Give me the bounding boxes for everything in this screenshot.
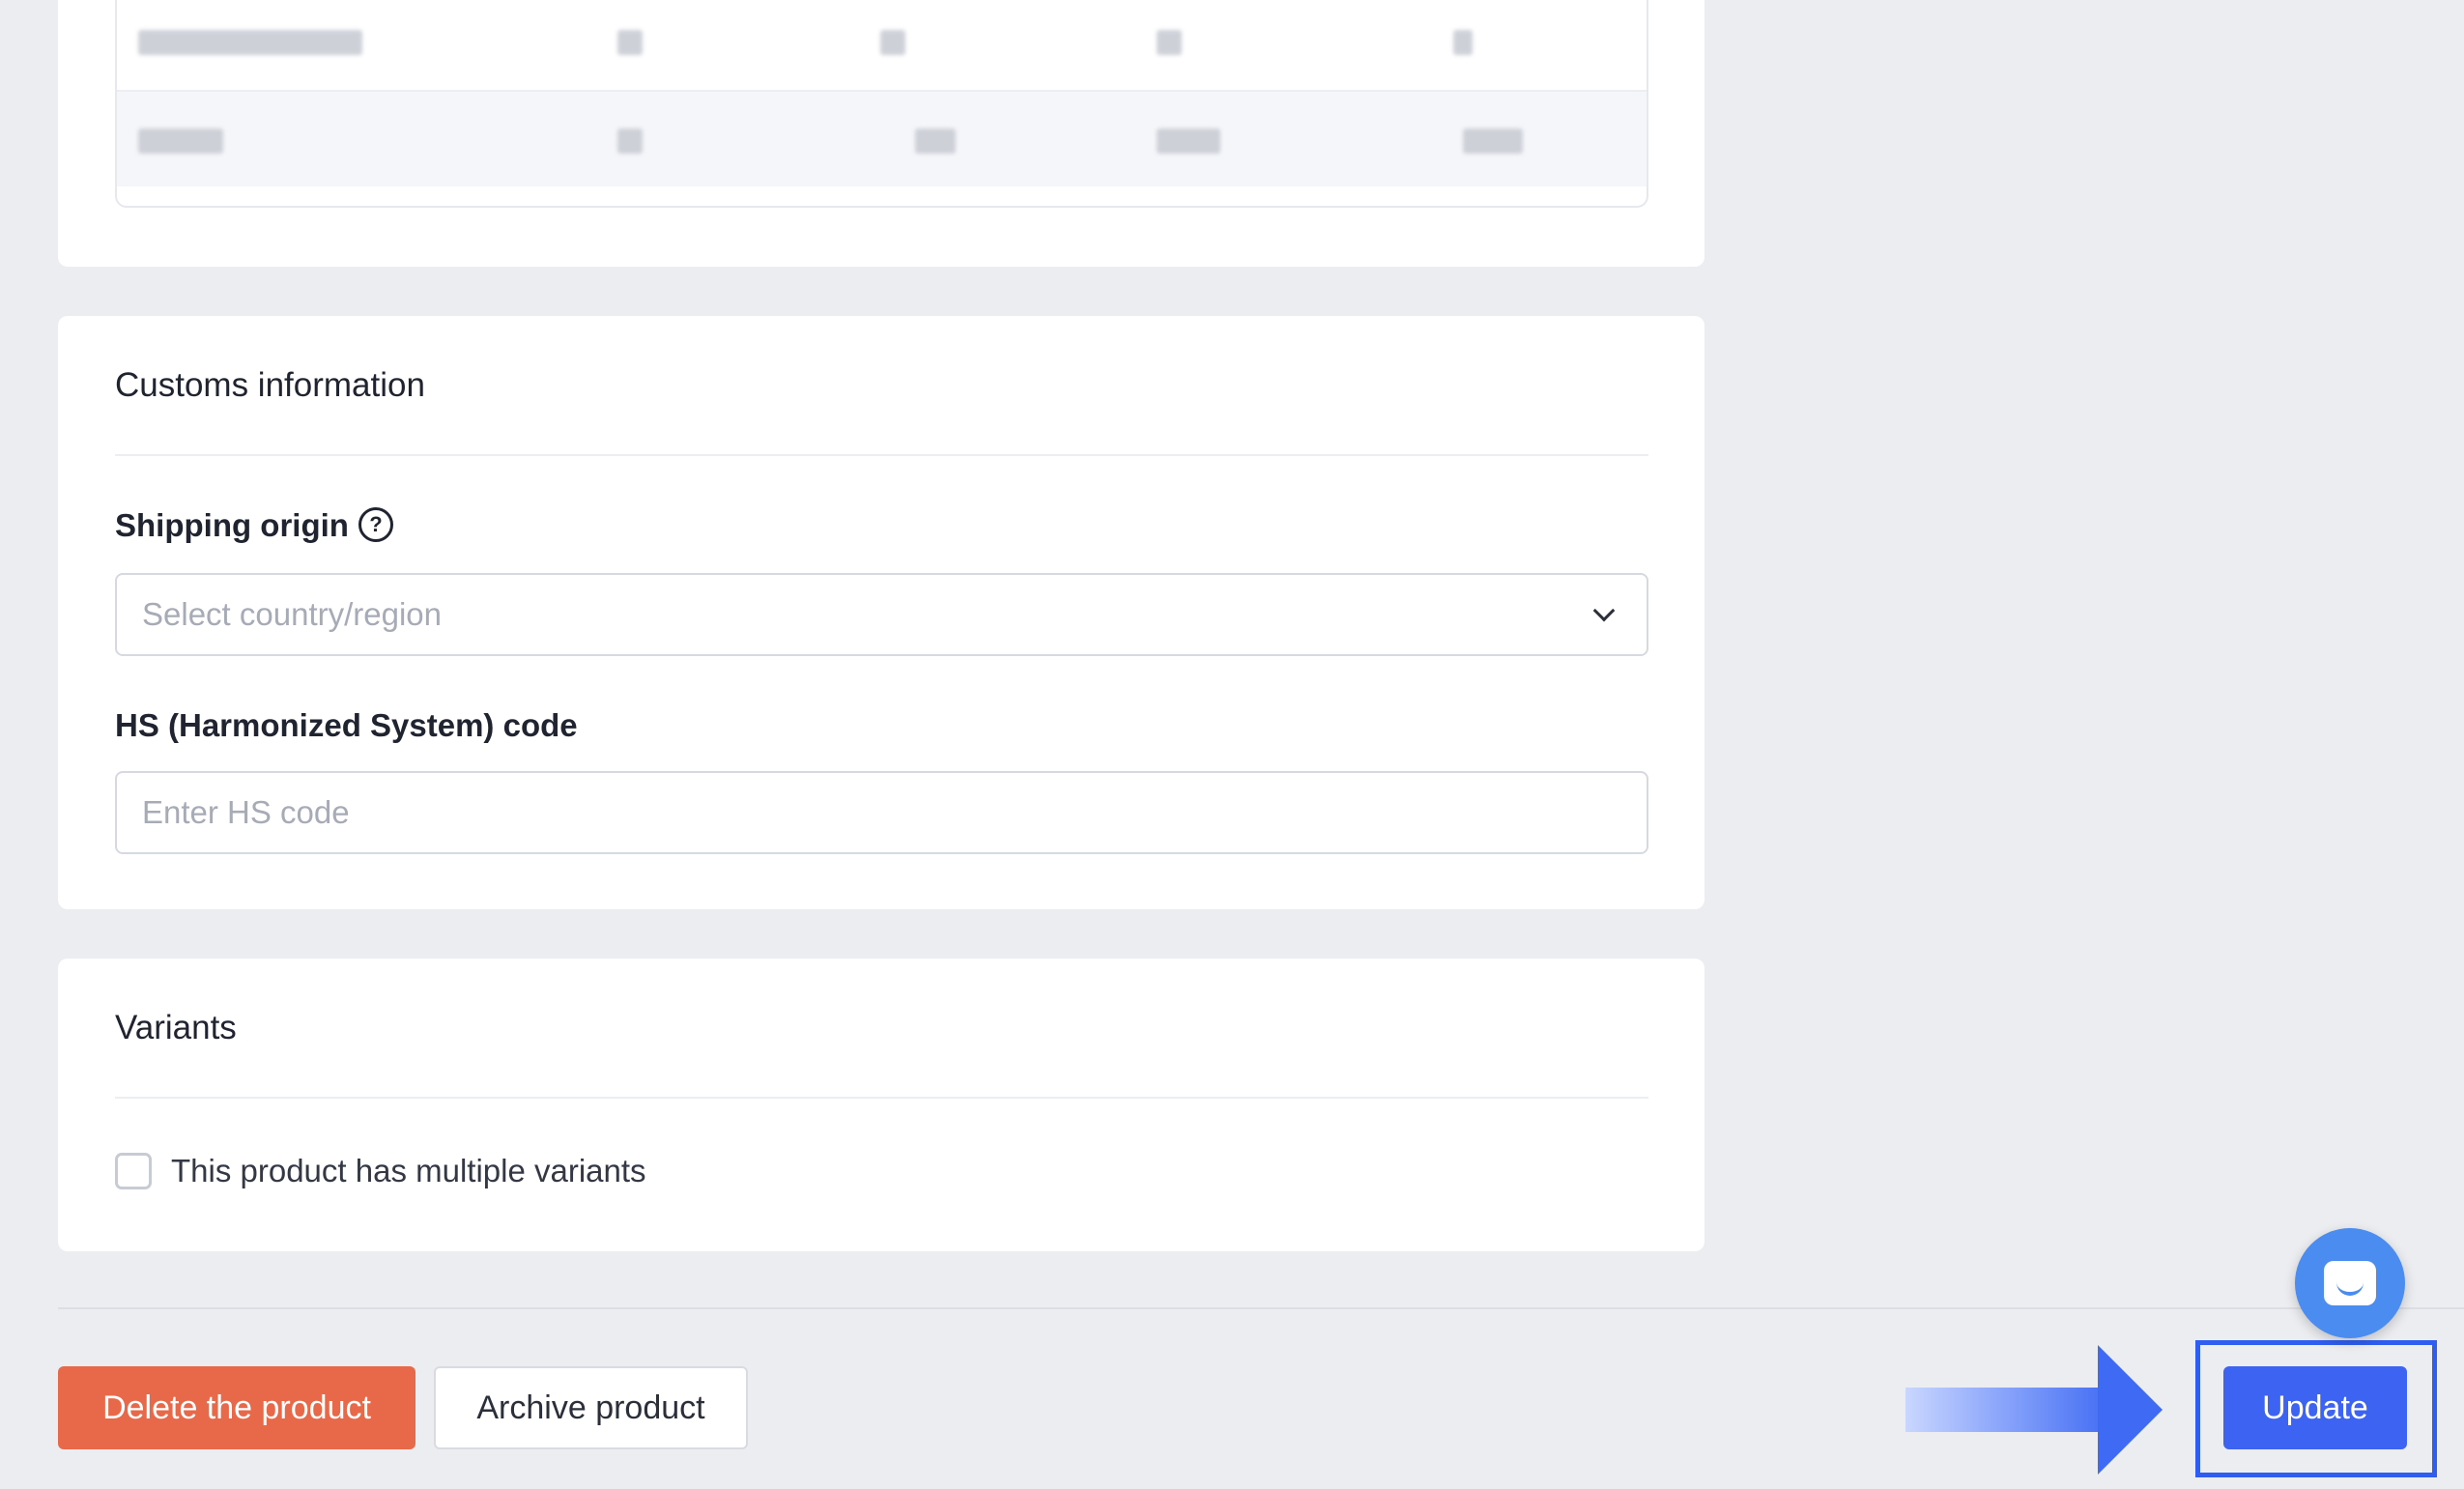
hs-code-label: HS (Harmonized System) code bbox=[115, 707, 578, 743]
blurred-cell bbox=[880, 30, 905, 55]
annotation-arrow-shaft bbox=[1905, 1388, 2099, 1432]
archive-product-button[interactable]: Archive product bbox=[434, 1366, 748, 1449]
chat-widget-button[interactable] bbox=[2295, 1228, 2405, 1338]
blurred-cell bbox=[1157, 30, 1182, 55]
shipping-origin-label: Shipping origin? bbox=[115, 507, 393, 545]
customs-divider bbox=[115, 454, 1648, 456]
annotation-arrow-icon bbox=[2098, 1345, 2163, 1475]
variants-title: Variants bbox=[115, 1009, 237, 1046]
pricing-card bbox=[58, 0, 1705, 267]
blurred-cell bbox=[138, 30, 362, 55]
customs-title: Customs information bbox=[115, 366, 425, 404]
chevron-down-icon bbox=[1592, 599, 1616, 622]
table-row bbox=[117, 0, 1647, 90]
blurred-cell bbox=[1453, 30, 1473, 55]
blurred-cell bbox=[915, 129, 956, 154]
multiple-variants-label: This product has multiple variants bbox=[171, 1153, 646, 1188]
shipping-origin-select[interactable]: Select country/region bbox=[115, 573, 1648, 656]
blurred-cell bbox=[617, 129, 643, 154]
blurred-cell bbox=[617, 30, 643, 55]
customs-card: Customs information Shipping origin? Sel… bbox=[58, 316, 1705, 909]
blurred-cell bbox=[138, 129, 223, 154]
table-row bbox=[117, 90, 1647, 186]
hs-code-input[interactable] bbox=[115, 771, 1648, 854]
data-table bbox=[115, 0, 1648, 208]
blurred-cell bbox=[1157, 129, 1220, 154]
blurred-cell bbox=[1463, 129, 1523, 154]
footer-divider bbox=[58, 1307, 2464, 1309]
update-button[interactable]: Update bbox=[2223, 1366, 2407, 1449]
chat-icon bbox=[2324, 1261, 2376, 1305]
multiple-variants-option[interactable]: This product has multiple variants bbox=[115, 1153, 646, 1189]
delete-product-button[interactable]: Delete the product bbox=[58, 1366, 415, 1449]
variants-divider bbox=[115, 1097, 1648, 1099]
variants-card: Variants This product has multiple varia… bbox=[58, 959, 1705, 1251]
shipping-origin-placeholder: Select country/region bbox=[142, 596, 443, 632]
multiple-variants-checkbox[interactable] bbox=[115, 1153, 152, 1189]
help-icon[interactable]: ? bbox=[358, 507, 393, 543]
shipping-origin-label-text: Shipping origin bbox=[115, 507, 349, 543]
